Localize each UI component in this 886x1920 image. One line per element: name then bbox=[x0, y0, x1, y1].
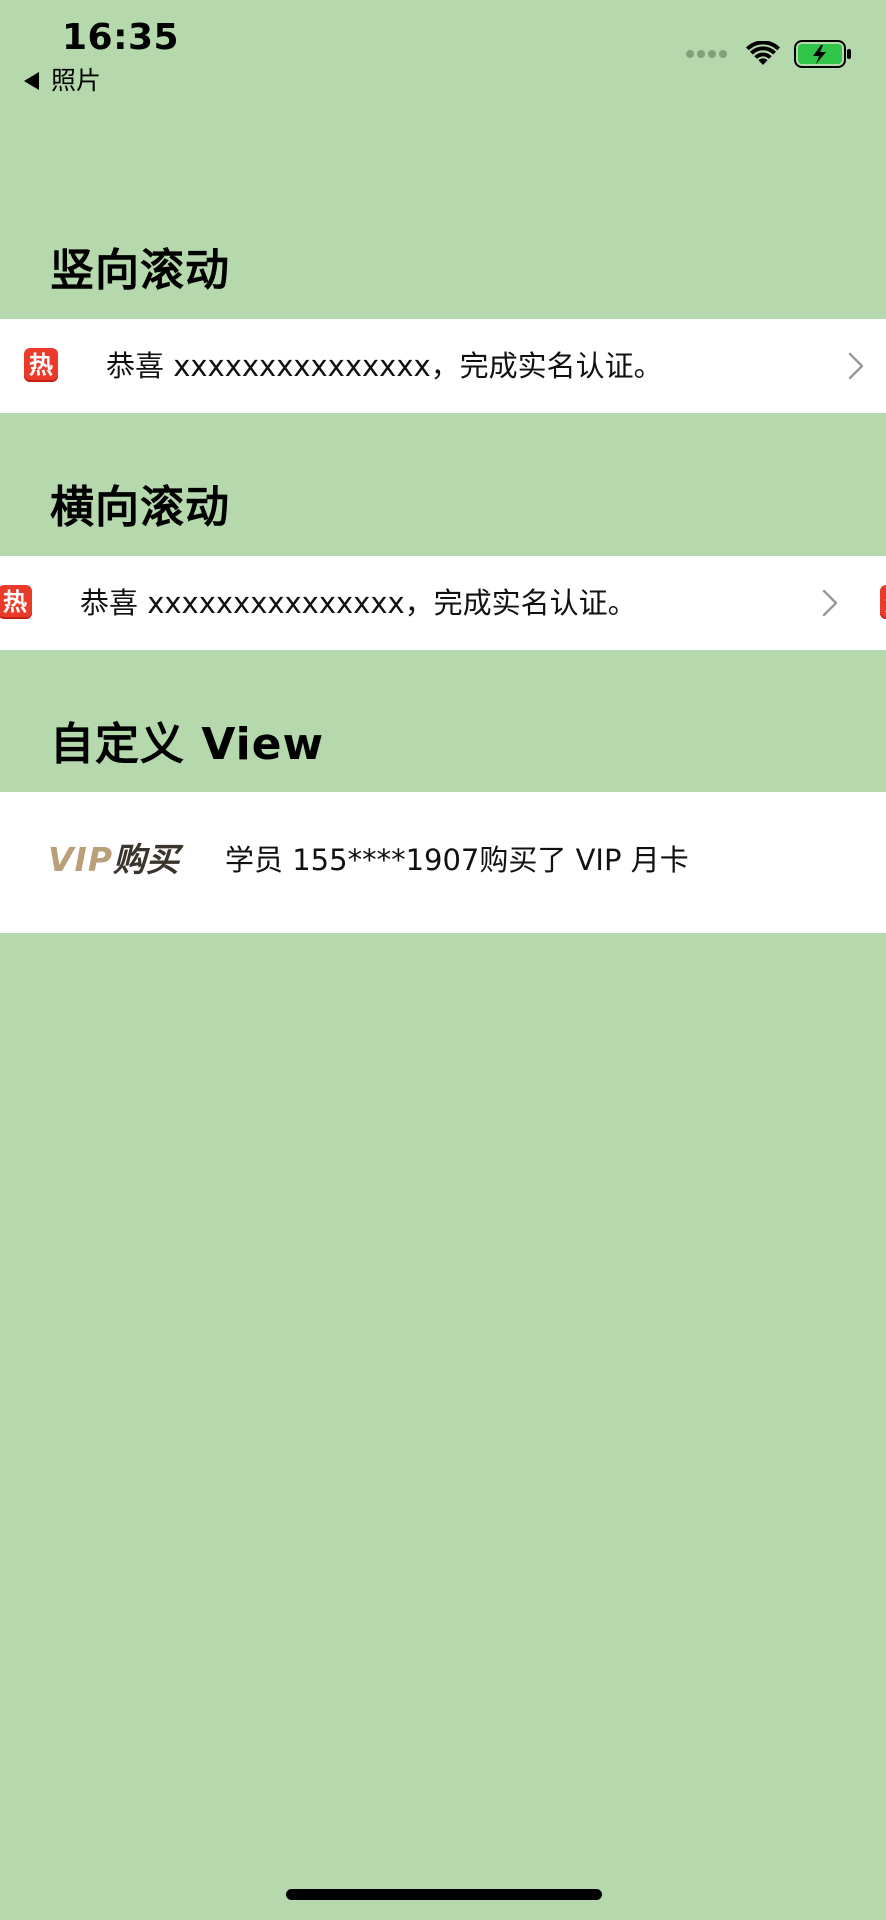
vip-buy-logo: VIP 购买 bbox=[48, 837, 179, 883]
horizontal-marquee-row[interactable]: 热 恭喜 xxxxxxxxxxxxxxx，完成实名认证。 热 bbox=[0, 556, 886, 650]
home-indicator[interactable] bbox=[286, 1889, 602, 1900]
vertical-marquee-row[interactable]: 热 恭喜 xxxxxxxxxxxxxxx，完成实名认证。 bbox=[0, 319, 886, 413]
hot-badge-icon: 热 bbox=[0, 585, 32, 619]
section-title-horizontal: 横向滚动 bbox=[50, 482, 230, 533]
back-app-label: 照片 bbox=[51, 66, 102, 95]
next-hot-badge-icon: 热 bbox=[880, 585, 886, 619]
chevron-right-icon bbox=[848, 352, 864, 380]
vertical-marquee-text: 恭喜 xxxxxxxxxxxxxxx，完成实名认证。 bbox=[106, 349, 663, 383]
custom-view-text: 学员 155****1907购买了 VIP 月卡 bbox=[225, 843, 689, 877]
section-title-vertical: 竖向滚动 bbox=[50, 245, 230, 296]
chevron-right-icon bbox=[822, 589, 838, 617]
wifi-icon bbox=[746, 41, 780, 65]
back-to-app-button[interactable]: 照片 bbox=[24, 64, 101, 98]
status-indicators bbox=[686, 38, 852, 70]
horizontal-marquee-text: 恭喜 xxxxxxxxxxxxxxx，完成实名认证。 bbox=[80, 586, 637, 620]
battery-charging-icon bbox=[794, 40, 851, 68]
vip-logo-text: VIP bbox=[48, 840, 114, 879]
hot-badge-icon: 热 bbox=[24, 348, 58, 382]
back-triangle-icon bbox=[24, 72, 39, 90]
signal-dots-icon bbox=[686, 50, 730, 58]
buy-logo-text: 购买 bbox=[113, 840, 180, 879]
section-title-custom: 自定义 View bbox=[50, 719, 325, 770]
status-time: 16:35 bbox=[62, 17, 180, 58]
